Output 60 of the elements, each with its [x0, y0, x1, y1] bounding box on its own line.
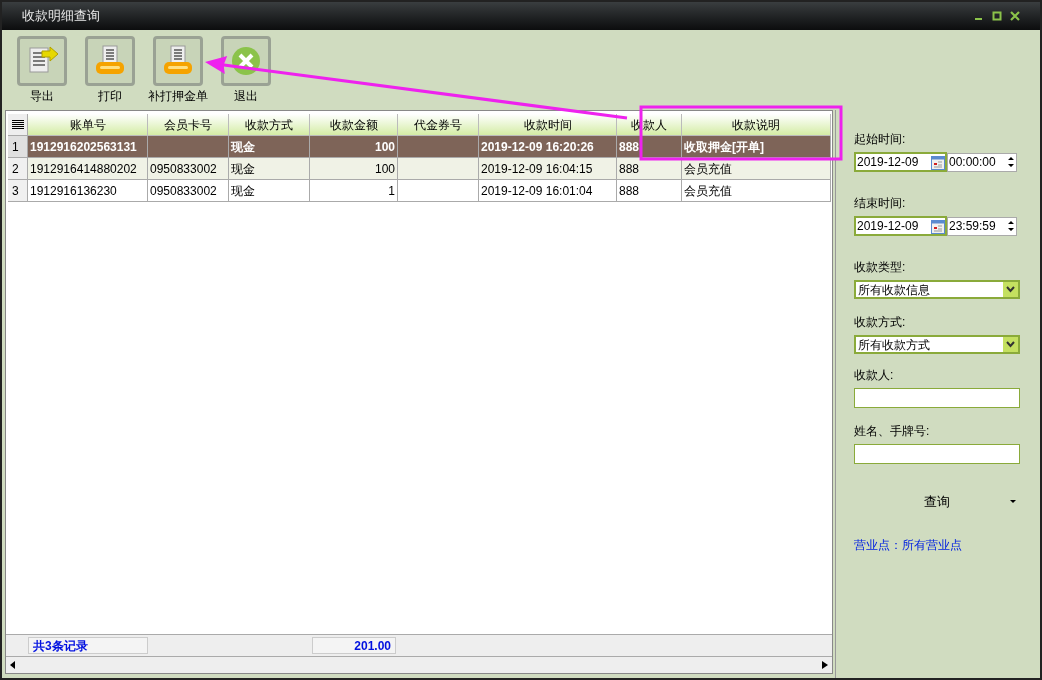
column-header[interactable]: 代金券号: [398, 114, 479, 136]
table-cell: 2019-12-09 16:04:15: [479, 158, 617, 180]
field-label: 结束时间:: [854, 195, 907, 212]
spin-arrows-icon[interactable]: [1008, 156, 1014, 168]
row-number: 3: [8, 180, 28, 202]
input-field[interactable]: [854, 444, 1020, 464]
table-cell: 2019-12-09 16:01:04: [479, 180, 617, 202]
table-cell: 888: [617, 180, 682, 202]
table-cell: 0950833002: [148, 180, 229, 202]
list-icon: [11, 120, 24, 129]
dropdown-field[interactable]: 所有收款信息: [854, 280, 1020, 299]
close-icon[interactable]: [1010, 11, 1020, 21]
column-header[interactable]: 收款方式: [229, 114, 310, 136]
chevron-down-icon[interactable]: [1003, 282, 1018, 297]
date-picker[interactable]: 2019-12-09: [854, 216, 947, 236]
maximize-icon[interactable]: [992, 11, 1002, 21]
field-label: 姓名、手牌号:: [854, 423, 931, 440]
scroll-right-icon[interactable]: [822, 661, 828, 669]
column-header[interactable]: 会员卡号: [148, 114, 229, 136]
input-field[interactable]: [854, 388, 1020, 408]
query-button[interactable]: 查询: [854, 490, 1020, 514]
column-header[interactable]: 收款金额: [310, 114, 398, 136]
row-number: 1: [8, 136, 28, 158]
table-cell: 100: [310, 158, 398, 180]
table-cell: 现金: [229, 136, 310, 158]
branch-link[interactable]: 营业点：所有营业点: [854, 536, 1020, 554]
table-cell: 1912916414880202: [28, 158, 148, 180]
total-amount: 201.00: [312, 637, 396, 654]
table-cell: 1: [310, 180, 398, 202]
field-label: 收款方式:: [854, 314, 907, 331]
table-cell: 0950833002: [148, 158, 229, 180]
date-picker[interactable]: 2019-12-09: [854, 152, 947, 172]
field-label: 收款类型:: [854, 259, 907, 276]
spin-arrows-icon[interactable]: [1008, 220, 1014, 232]
table-cell: 1912916136230: [28, 180, 148, 202]
window-title: 收款明细查询: [22, 7, 100, 26]
table-cell: 现金: [229, 158, 310, 180]
table-cell: 888: [617, 136, 682, 158]
column-header[interactable]: 收款说明: [682, 114, 831, 136]
record-count: 共3条记录: [28, 637, 148, 654]
column-header[interactable]: 账单号: [28, 114, 148, 136]
row-number: 2: [8, 158, 28, 180]
calendar-icon[interactable]: [931, 154, 945, 170]
time-spinner[interactable]: 00:00:00: [947, 152, 1017, 172]
caret-icon[interactable]: [1010, 500, 1016, 504]
table-cell: 2019-12-09 16:20:26: [479, 136, 617, 158]
column-header[interactable]: 收款时间: [479, 114, 617, 136]
scroll-left-icon[interactable]: [10, 661, 16, 669]
field-label: 起始时间:: [854, 131, 907, 148]
time-spinner[interactable]: 23:59:59: [947, 216, 1017, 236]
calendar-icon[interactable]: [931, 218, 945, 234]
dropdown-field[interactable]: 所有收款方式: [854, 335, 1020, 354]
field-label: 收款人:: [854, 367, 895, 384]
table-cell: 现金: [229, 180, 310, 202]
table-cell: 100: [310, 136, 398, 158]
table-cell: 1912916202563131: [28, 136, 148, 158]
chevron-down-icon[interactable]: [1003, 337, 1018, 352]
table-cell: 收取押金[开单]: [682, 136, 831, 158]
table-cell: 会员充值: [682, 180, 831, 202]
horizontal-scrollbar[interactable]: [6, 656, 832, 673]
